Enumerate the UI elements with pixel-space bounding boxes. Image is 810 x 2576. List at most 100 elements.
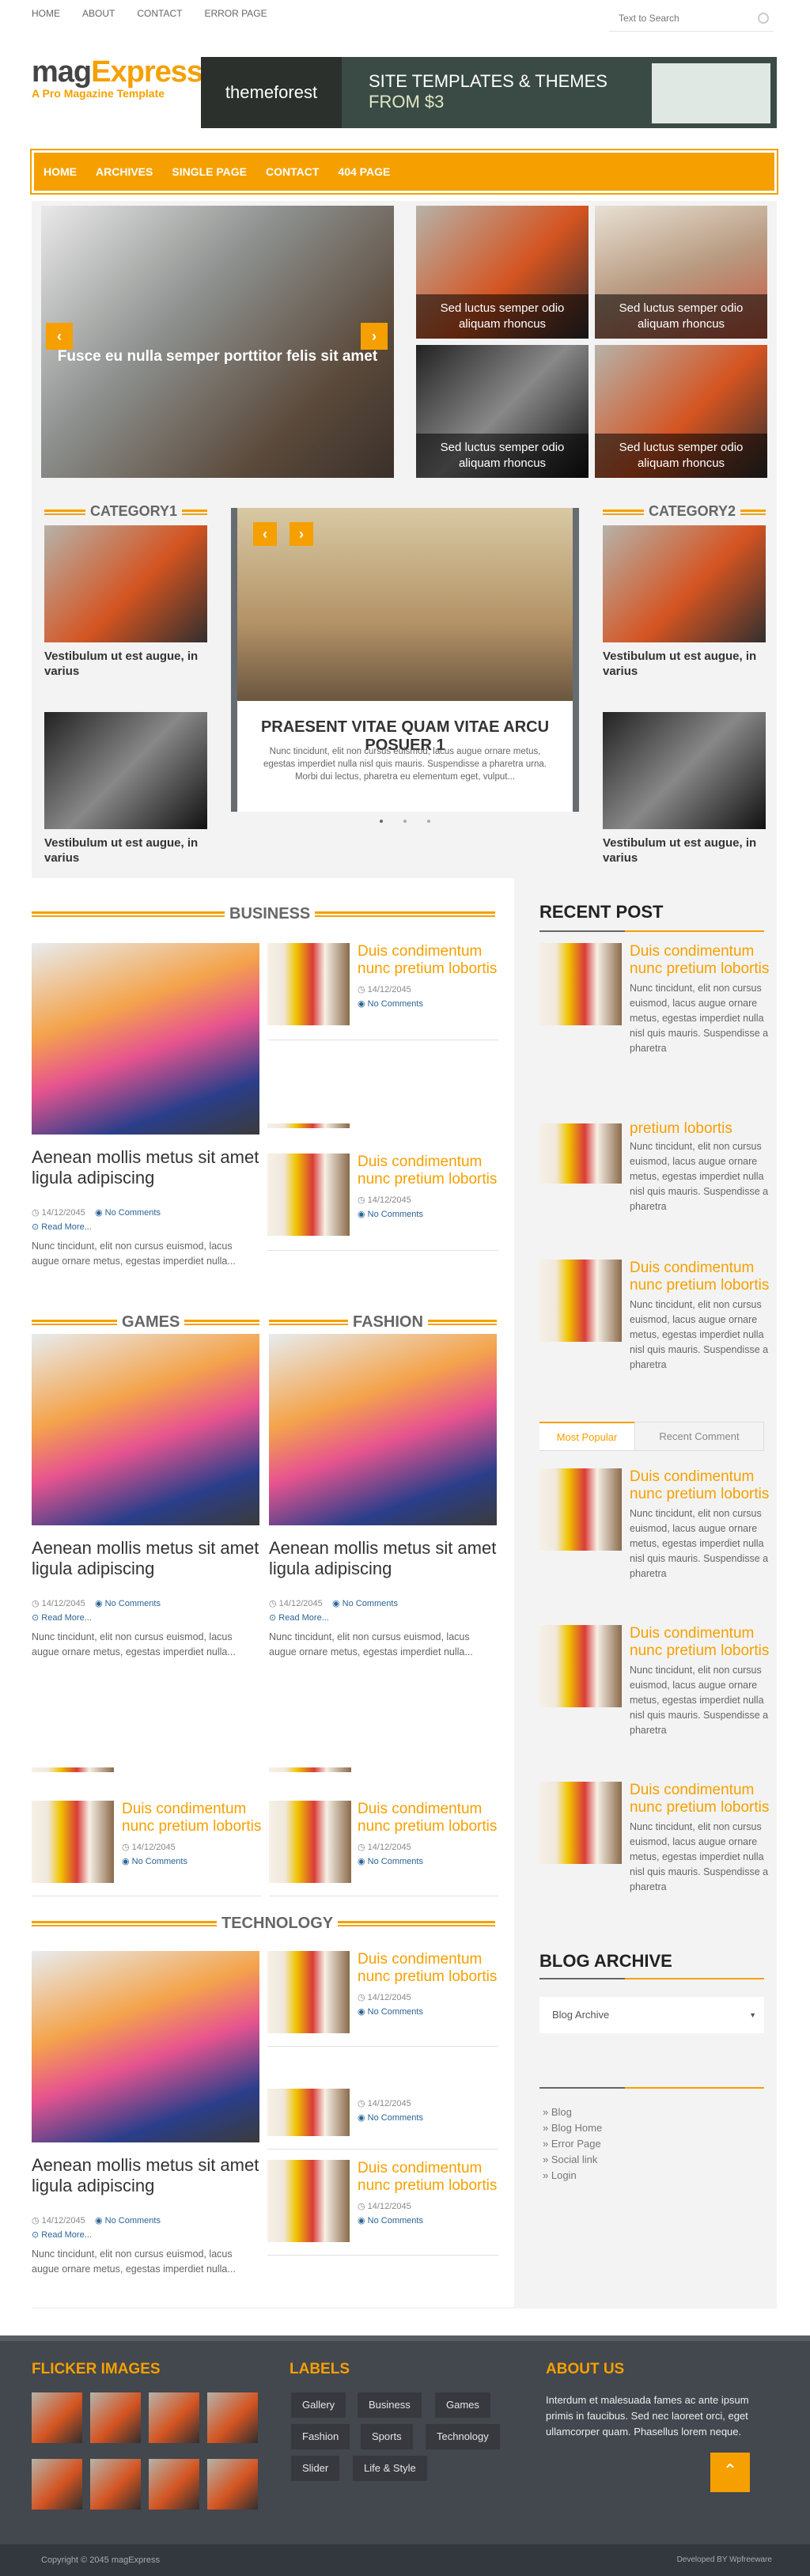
- category2-title-1[interactable]: Vestibulum ut est augue, in varius: [603, 649, 766, 679]
- developer-credit[interactable]: Developed BY Wpfreeware: [677, 2555, 772, 2564]
- tile-caption[interactable]: Sed luctus semper odio aliquam rhoncus: [416, 434, 589, 478]
- technology-small-title-1[interactable]: Duis condimentum nunc pretium lobortis: [358, 1951, 500, 1986]
- top-link-about[interactable]: ABOUT: [82, 8, 115, 19]
- center-prev-button[interactable]: ‹: [253, 522, 277, 546]
- search-input[interactable]: [609, 6, 744, 30]
- flicker-image[interactable]: [207, 2459, 258, 2510]
- recent-title-1[interactable]: Duis condimentum nunc pretium lobortis: [630, 943, 772, 978]
- slider-prev-button[interactable]: ‹: [46, 323, 73, 350]
- label-sports[interactable]: Sports: [361, 2424, 413, 2449]
- games-main-title[interactable]: Aenean mollis metus sit amet ligula adip…: [32, 1538, 261, 1579]
- tab-most-popular[interactable]: Most Popular: [539, 1422, 634, 1450]
- popular-thumb-2[interactable]: [539, 1625, 622, 1707]
- popular-thumb-3[interactable]: [539, 1782, 622, 1864]
- recent-thumb-3[interactable]: [539, 1260, 622, 1342]
- fashion-main-title[interactable]: Aenean mollis metus sit amet ligula adip…: [269, 1538, 498, 1579]
- games-thumb-strip[interactable]: [32, 1767, 114, 1772]
- ad-banner[interactable]: themeforest SITE TEMPLATES & THEMES FROM …: [201, 57, 777, 128]
- slider-next-button[interactable]: ›: [361, 323, 388, 350]
- slider-main[interactable]: Fusce eu nulla semper porttitor felis si…: [41, 206, 394, 478]
- top-link-home[interactable]: HOME: [32, 8, 60, 19]
- blog-archive-select[interactable]: Blog Archive ▼: [539, 1997, 764, 2033]
- flicker-image[interactable]: [90, 2459, 141, 2510]
- category1-title-1[interactable]: Vestibulum ut est augue, in varius: [44, 649, 207, 679]
- popular-thumb-1[interactable]: [539, 1468, 622, 1551]
- label-fashion[interactable]: Fashion: [291, 2424, 350, 2449]
- slider-tile-4[interactable]: Sed luctus semper odio aliquam rhoncus: [595, 345, 767, 478]
- recent-thumb-2[interactable]: [539, 1123, 622, 1184]
- fashion-small-title[interactable]: Duis condimentum nunc pretium lobortis: [358, 1801, 500, 1835]
- business-main-title[interactable]: Aenean mollis metus sit amet ligula adip…: [32, 1147, 269, 1188]
- flicker-image[interactable]: [207, 2392, 258, 2443]
- business-small-title-1[interactable]: Duis condimentum nunc pretium lobortis: [358, 943, 500, 978]
- category2-title-2[interactable]: Vestibulum ut est augue, in varius: [603, 835, 766, 866]
- fashion-main-image[interactable]: [269, 1334, 497, 1525]
- business-small-title-3[interactable]: Duis condimentum nunc pretium lobortis: [358, 1154, 500, 1188]
- slider-tile-2[interactable]: Sed luctus semper odio aliquam rhoncus: [595, 206, 767, 339]
- technology-thumb-2[interactable]: [267, 2089, 350, 2136]
- tile-caption[interactable]: Sed luctus semper odio aliquam rhoncus: [595, 294, 767, 339]
- sidebar-link-blog[interactable]: » Blog: [543, 2104, 602, 2120]
- label-gallery[interactable]: Gallery: [291, 2392, 346, 2418]
- slider-tile-1[interactable]: Sed luctus semper odio aliquam rhoncus: [416, 206, 589, 339]
- popular-title-1[interactable]: Duis condimentum nunc pretium lobortis: [630, 1468, 772, 1503]
- popular-title-2[interactable]: Duis condimentum nunc pretium lobortis: [630, 1625, 772, 1660]
- sidebar-link-social[interactable]: » Social link: [543, 2152, 602, 2168]
- recent-title-3[interactable]: Duis condimentum nunc pretium lobortis: [630, 1260, 772, 1294]
- category1-image-1[interactable]: [44, 525, 207, 642]
- fashion-thumb-strip[interactable]: [269, 1767, 351, 1772]
- category1-title-2[interactable]: Vestibulum ut est augue, in varius: [44, 835, 207, 866]
- nav-404[interactable]: 404 PAGE: [328, 153, 399, 191]
- label-games[interactable]: Games: [435, 2392, 490, 2418]
- nav-contact[interactable]: CONTACT: [256, 153, 328, 191]
- slider-tile-3[interactable]: Sed luctus semper odio aliquam rhoncus: [416, 345, 589, 478]
- flicker-image[interactable]: [149, 2392, 199, 2443]
- center-next-button[interactable]: ›: [290, 522, 313, 546]
- fashion-main-readmore[interactable]: ⊙ Read More...: [269, 1612, 329, 1623]
- technology-thumb-1[interactable]: [267, 1951, 350, 2033]
- games-main-readmore[interactable]: ⊙ Read More...: [32, 1612, 92, 1623]
- nav-archives[interactable]: ARCHIVES: [86, 153, 162, 191]
- category2-image-2[interactable]: [603, 712, 766, 829]
- technology-main-image[interactable]: [32, 1951, 259, 2142]
- technology-small-title-3[interactable]: Duis condimentum nunc pretium lobortis: [358, 2160, 500, 2195]
- category1-image-2[interactable]: [44, 712, 207, 829]
- label-life-style[interactable]: Life & Style: [353, 2456, 427, 2481]
- popular-title-3[interactable]: Duis condimentum nunc pretium lobortis: [630, 1782, 772, 1816]
- flicker-image[interactable]: [32, 2459, 82, 2510]
- nav-single-page[interactable]: SINGLE PAGE: [162, 153, 256, 191]
- recent-thumb-1[interactable]: [539, 943, 622, 1025]
- top-link-contact[interactable]: CONTACT: [137, 8, 182, 19]
- scroll-top-button[interactable]: ⌃: [710, 2453, 750, 2492]
- dropdown-arrow-icon[interactable]: ▼: [749, 1997, 756, 2033]
- center-feature-image[interactable]: [237, 508, 573, 701]
- category2-image-1[interactable]: [603, 525, 766, 642]
- flicker-image[interactable]: [32, 2392, 82, 2443]
- tile-caption[interactable]: Sed luctus semper odio aliquam rhoncus: [416, 294, 589, 339]
- nav-home[interactable]: HOME: [34, 153, 86, 191]
- games-thumb-1[interactable]: [32, 1801, 114, 1883]
- flicker-image[interactable]: [149, 2459, 199, 2510]
- sidebar-link-error[interactable]: » Error Page: [543, 2136, 602, 2152]
- tile-caption[interactable]: Sed luctus semper odio aliquam rhoncus: [595, 434, 767, 478]
- label-technology[interactable]: Technology: [426, 2424, 500, 2449]
- business-main-readmore[interactable]: ⊙ Read More...: [32, 1222, 92, 1232]
- site-logo[interactable]: magExpress: [32, 55, 203, 89]
- label-business[interactable]: Business: [358, 2392, 422, 2418]
- sidebar-link-blog-home[interactable]: » Blog Home: [543, 2120, 602, 2136]
- center-pager-dots[interactable]: [380, 820, 430, 823]
- flicker-image[interactable]: [90, 2392, 141, 2443]
- tab-recent-comment[interactable]: Recent Comment: [634, 1422, 764, 1450]
- games-small-title[interactable]: Duis condimentum nunc pretium lobortis: [122, 1801, 264, 1835]
- fashion-thumb-1[interactable]: [269, 1801, 351, 1883]
- slider-main-caption[interactable]: Fusce eu nulla semper porttitor felis si…: [41, 348, 394, 366]
- label-slider[interactable]: Slider: [291, 2456, 340, 2481]
- business-main-image[interactable]: [32, 943, 259, 1135]
- games-main-image[interactable]: [32, 1334, 259, 1525]
- business-thumb-1[interactable]: [267, 943, 350, 1025]
- business-thumb-3[interactable]: [267, 1154, 350, 1236]
- recent-title-2[interactable]: pretium lobortis: [630, 1120, 772, 1138]
- technology-thumb-3[interactable]: [267, 2160, 350, 2242]
- technology-main-title[interactable]: Aenean mollis metus sit amet ligula adip…: [32, 2155, 269, 2196]
- search-icon[interactable]: [758, 13, 769, 24]
